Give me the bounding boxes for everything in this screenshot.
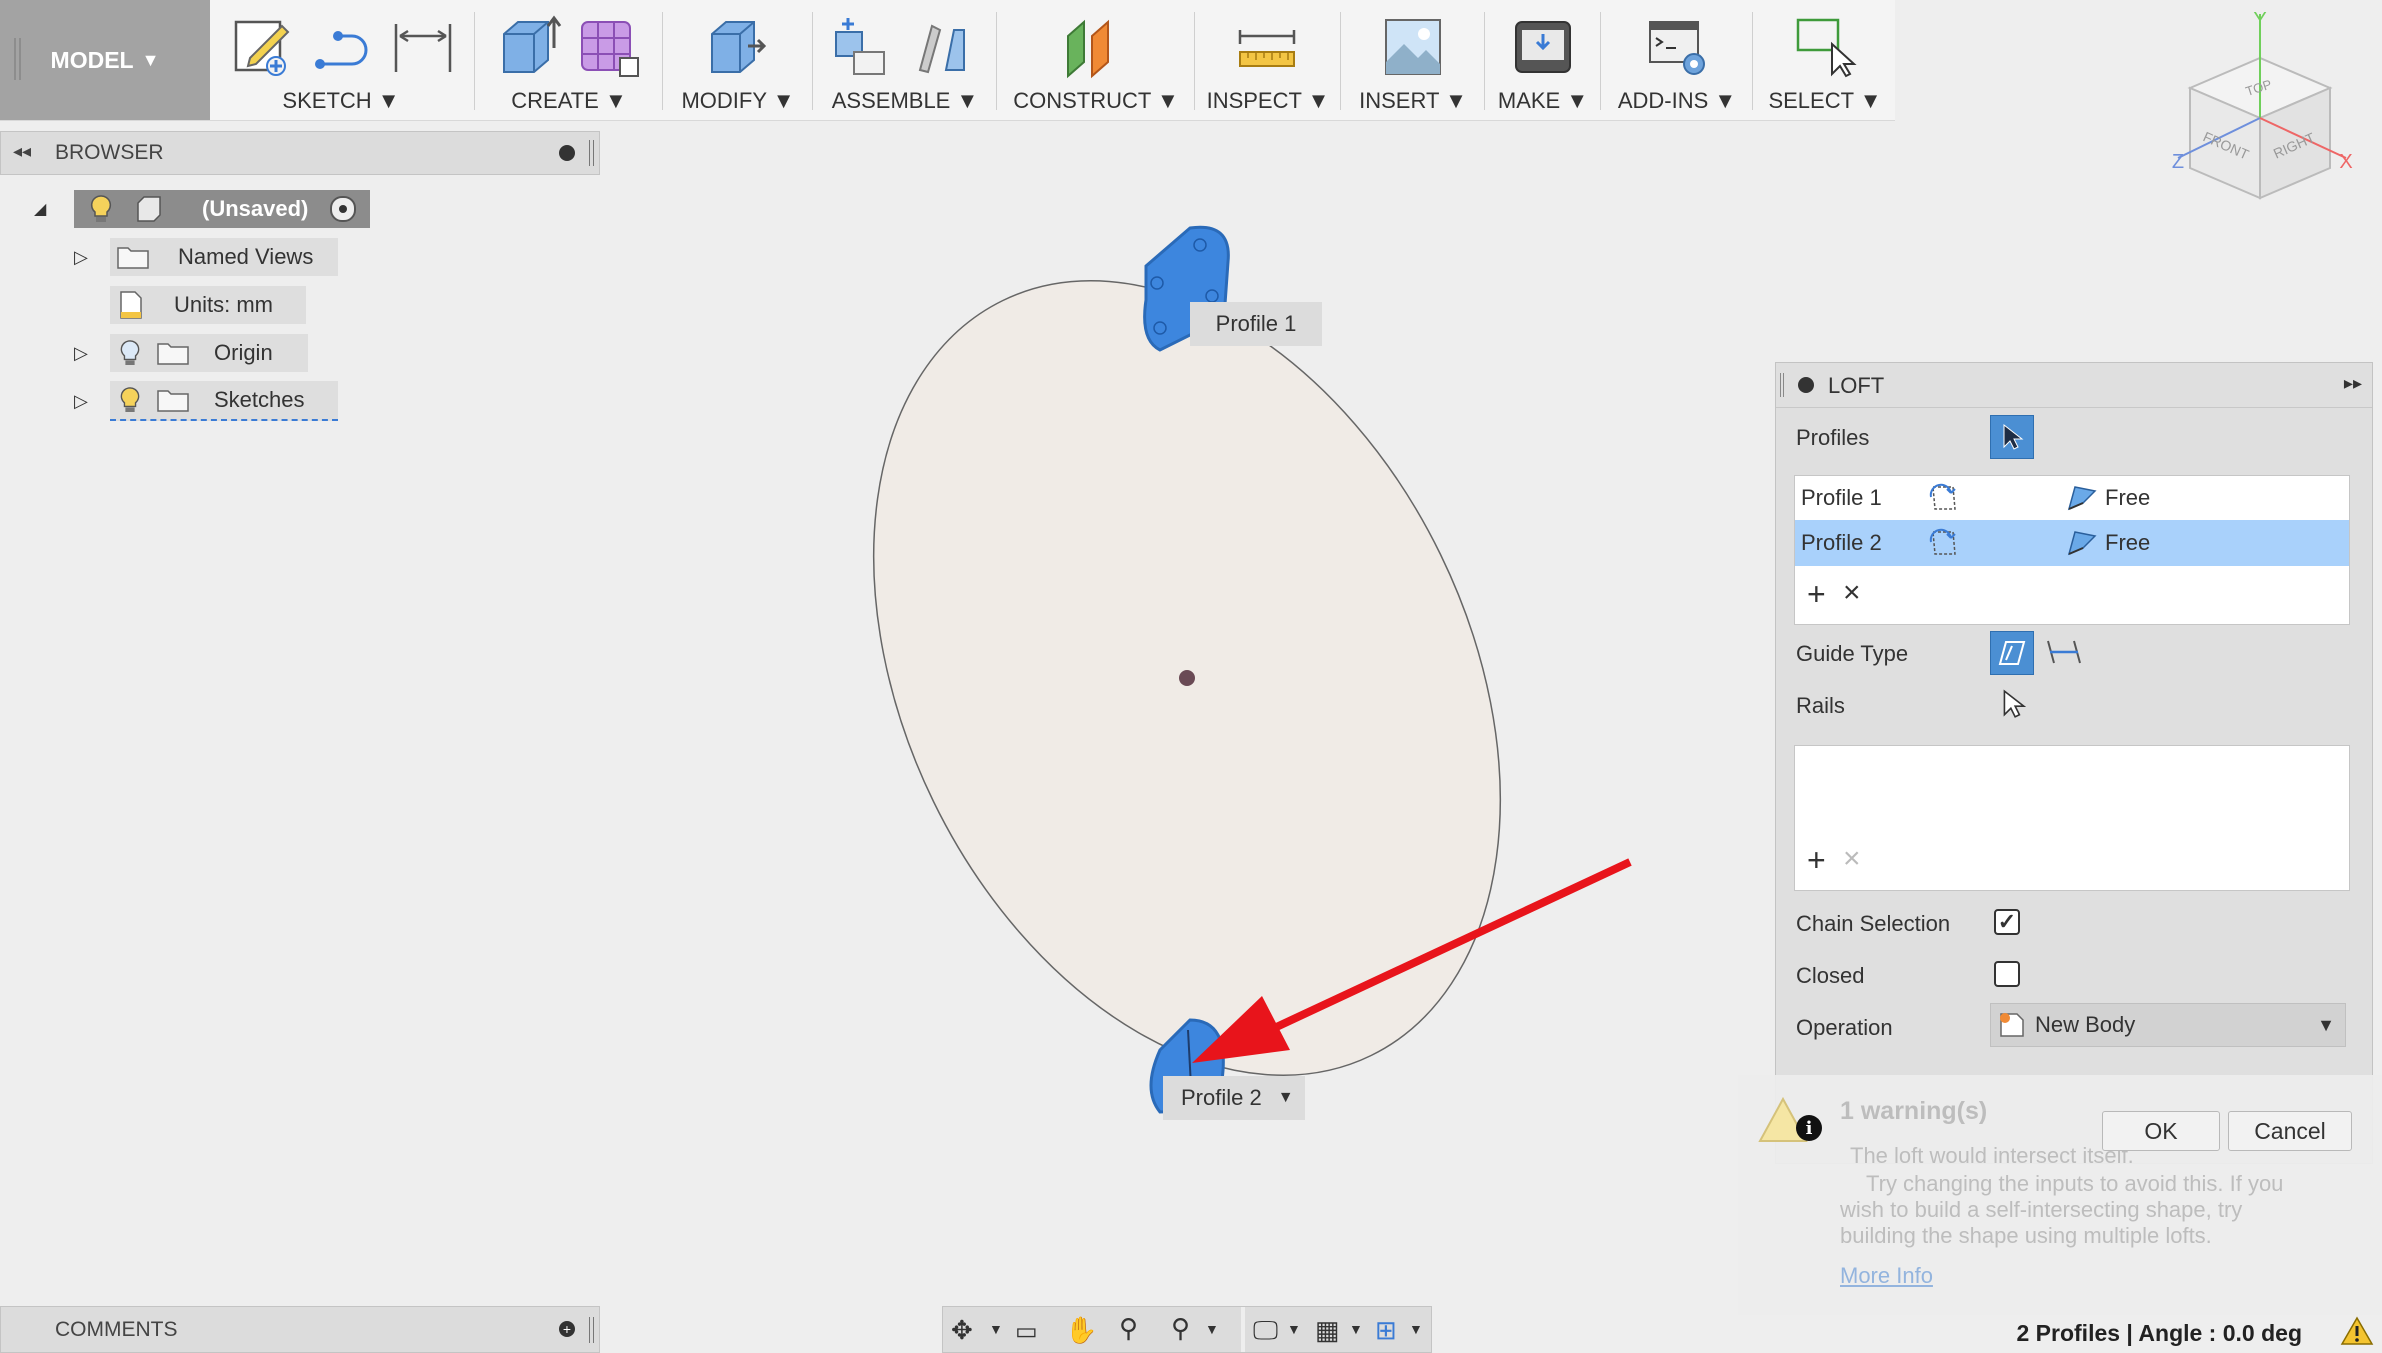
profile-connect-icon[interactable] (1927, 528, 1961, 558)
ok-button[interactable]: OK (2102, 1111, 2220, 1151)
zoom-icon[interactable]: ⚲ (1119, 1313, 1138, 1344)
rails-label: Rails (1796, 693, 1845, 718)
look-at-icon[interactable]: ▭ (1015, 1317, 1038, 1346)
cancel-button[interactable]: Cancel (2228, 1111, 2352, 1151)
comments-panel[interactable]: COMMENTS + (0, 1306, 600, 1353)
status-text: 2 Profiles | Angle : 0.0 deg (2016, 1319, 2303, 1346)
profiles-list[interactable]: Profile 1 Free Profile 2 Free + × (1794, 475, 2350, 625)
end-condition-free-icon[interactable] (2065, 528, 2099, 558)
pan-hand-icon[interactable]: ✋ (1065, 1315, 1097, 1346)
chevron-down-icon[interactable]: ▼ (989, 1321, 1003, 1337)
loft-title: LOFT (1828, 373, 1885, 398)
ellipse-center-point[interactable] (1179, 670, 1195, 686)
profile-row[interactable]: Profile 1 Free (1795, 476, 2349, 520)
panel-grip-icon[interactable] (589, 1317, 594, 1343)
profiles-label: Profiles (1796, 425, 1870, 450)
chevron-down-icon[interactable]: ▼ (1349, 1321, 1363, 1337)
rails-list[interactable]: + × (1794, 745, 2350, 891)
status-bar: 2 Profiles | Angle : 0.0 deg (1942, 1313, 2382, 1353)
warning-title: 1 warning(s) (1840, 1097, 1988, 1125)
profile-name: Profile 2 (1801, 530, 1882, 555)
centerline-guide-icon[interactable] (2044, 635, 2084, 669)
expand-panel-icon[interactable]: ▸▸ (2344, 373, 2362, 394)
operation-dropdown[interactable]: New Body ▼ (1990, 1003, 2346, 1047)
profile-connect-icon[interactable] (1927, 483, 1961, 513)
profile-name: Profile 1 (1801, 485, 1882, 510)
remove-rail-button: × (1843, 842, 1861, 875)
profile-2-label[interactable]: Profile 2 ▼ (1163, 1076, 1305, 1120)
warning-message: The loft would intersect itself. (1850, 1143, 2134, 1168)
rails-guide-icon (1998, 641, 2026, 665)
operation-value: New Body (2035, 1012, 2136, 1037)
more-info-link[interactable]: More Info (1840, 1263, 1933, 1289)
add-rail-button[interactable]: + (1807, 842, 1826, 879)
end-condition-free-icon[interactable] (2065, 483, 2099, 513)
warning-detail-2: wish to build a self-intersecting shape,… (1840, 1197, 2243, 1222)
info-icon: i (1796, 1115, 1822, 1141)
orbit-icon[interactable]: ✥ (951, 1315, 973, 1346)
closed-checkbox[interactable] (1994, 961, 2020, 987)
profiles-select-button[interactable] (1990, 415, 2034, 459)
guide-type-rails-button[interactable] (1990, 631, 2034, 675)
loft-minimize-icon[interactable] (1798, 377, 1814, 393)
end-condition-value[interactable]: Free (2105, 530, 2150, 556)
chevron-down-icon: ▼ (2317, 1014, 2335, 1035)
grid-settings-icon[interactable]: ▦ (1315, 1315, 1340, 1346)
add-comment-icon[interactable]: + (559, 1321, 575, 1337)
warning-detail-1: Try changing the inputs to avoid this. I… (1866, 1171, 2284, 1196)
comments-title: COMMENTS (55, 1318, 178, 1341)
remove-profile-button[interactable]: × (1843, 576, 1861, 610)
navigation-bar: ✥ ▼ ▭ ✋ ⚲ ⚲ ▼ 🖵 ▼ ▦ ▼ ⊞ ▼ (942, 1306, 1432, 1353)
rails-select-cursor-icon[interactable] (2000, 689, 2026, 719)
chevron-down-icon[interactable]: ▼ (1205, 1321, 1219, 1337)
loft-dialog[interactable]: LOFT ▸▸ Profiles Profile 1 Free Profile … (1775, 362, 2373, 1164)
end-condition-value[interactable]: Free (2105, 485, 2150, 511)
viewports-icon[interactable]: ⊞ (1375, 1315, 1397, 1346)
chevron-down-icon[interactable]: ▼ (1409, 1321, 1423, 1337)
chevron-down-icon[interactable]: ▼ (1287, 1321, 1301, 1337)
cursor-icon (2003, 423, 2024, 450)
guide-type-label: Guide Type (1796, 641, 1909, 666)
profile-row-selected[interactable]: Profile 2 Free (1795, 520, 2349, 566)
warning-detail-3: building the shape using multiple lofts. (1840, 1223, 2212, 1248)
panel-grip-icon[interactable] (1780, 373, 1784, 397)
chain-selection-label: Chain Selection (1796, 911, 1951, 936)
closed-label: Closed (1796, 963, 1865, 988)
operation-label: Operation (1796, 1015, 1893, 1040)
display-settings-icon[interactable]: 🖵 (1253, 1315, 1278, 1347)
warning-icon[interactable] (2340, 1316, 2374, 1346)
fit-zoom-icon[interactable]: ⚲ (1171, 1313, 1190, 1344)
chevron-down-icon[interactable]: ▼ (1278, 1089, 1294, 1107)
chain-selection-checkbox[interactable]: ✓ (1994, 909, 2020, 935)
profile-1-label[interactable]: Profile 1 (1190, 302, 1322, 346)
add-profile-button[interactable]: + (1807, 576, 1826, 613)
loft-header[interactable]: LOFT ▸▸ (1776, 363, 2372, 408)
new-body-icon (2000, 1013, 2024, 1037)
